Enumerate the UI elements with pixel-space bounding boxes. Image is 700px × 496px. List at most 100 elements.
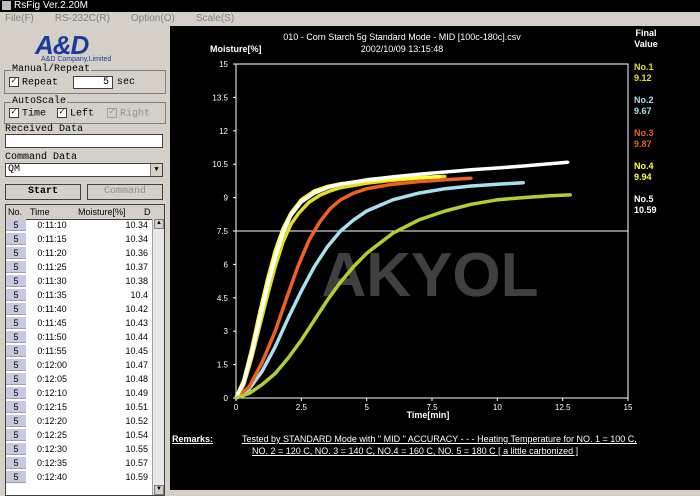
repeat-label: Repeat (22, 77, 59, 89)
data-point (417, 191, 421, 195)
y-tick-label: 9 (224, 194, 229, 203)
data-point (352, 218, 356, 222)
x-tick-label: 0 (234, 403, 239, 412)
data-point (286, 356, 290, 360)
data-point (417, 180, 421, 184)
data-point (260, 360, 264, 364)
data-point (325, 186, 329, 190)
table-row[interactable]: 5 0:11:10 10.34 (6, 219, 164, 231)
data-point (443, 178, 447, 182)
menu-option[interactable]: Option(O) (131, 13, 175, 24)
row-no: 5 (6, 247, 26, 259)
autoscale-left-checkbox[interactable]: ✓ (57, 108, 67, 118)
table-row[interactable]: 5 0:11:30 10.38 (6, 275, 164, 287)
window-titlebar: RsFig Ver.2.20M (0, 0, 700, 12)
table-row[interactable]: 5 0:12:35 10.57 (6, 457, 164, 469)
autoscale-time-label: Time (22, 108, 47, 120)
table-row[interactable]: 5 0:11:35 10.4 (6, 289, 164, 301)
table-row[interactable]: 5 0:11:20 10.36 (6, 247, 164, 259)
data-point (273, 256, 277, 260)
table-row[interactable]: 5 0:12:30 10.55 (6, 443, 164, 455)
table-row[interactable]: 5 0:11:45 10.43 (6, 317, 164, 329)
autoscale-right-checkbox[interactable]: ✓ (107, 108, 117, 118)
row-no: 5 (6, 471, 26, 483)
data-point (365, 209, 369, 213)
data-point (548, 194, 552, 198)
table-row[interactable]: 5 0:11:15 10.34 (6, 233, 164, 245)
data-point (265, 285, 269, 289)
menu-scale[interactable]: Scale(S) (196, 13, 234, 24)
menu-file[interactable]: File(F) (5, 13, 34, 24)
table-row[interactable]: 5 0:12:15 10.51 (6, 401, 164, 413)
data-point (297, 211, 301, 215)
scroll-up-icon[interactable]: ▲ (154, 219, 164, 229)
table-row[interactable]: 5 0:12:25 10.54 (6, 429, 164, 441)
data-point (318, 220, 322, 224)
data-point (521, 196, 525, 200)
data-point (328, 189, 332, 193)
table-row[interactable]: 5 0:11:55 10.45 (6, 345, 164, 357)
moisture-chart: 010 - Corn Starch 5g Standard Mode - MID… (210, 28, 658, 420)
repeat-interval-input[interactable]: 5 (73, 76, 113, 89)
table-scrollbar[interactable]: ▲ ▼ (152, 219, 164, 495)
row-moisture: 10.34 (125, 220, 148, 230)
menu-bar: File(F) RS-232C(R) Option(O) Scale(S) (0, 12, 700, 26)
data-point (339, 198, 343, 202)
start-button[interactable]: Start (5, 184, 81, 200)
table-row[interactable]: 5 0:12:05 10.48 (6, 373, 164, 385)
remarks-label: Remarks: (172, 434, 214, 444)
data-table: No. Time Moisture[%] D 5 0:11:10 10.34 5 0:1… (5, 204, 165, 496)
data-point (260, 369, 264, 373)
x-tick-label: 5 (364, 403, 369, 412)
table-row[interactable]: 5 0:11:25 10.37 (6, 261, 164, 273)
command-data-value: QM (8, 164, 21, 175)
data-point (273, 329, 277, 333)
table-row[interactable]: 5 0:11:40 10.42 (6, 303, 164, 315)
row-time: 0:12:10 (36, 388, 68, 398)
data-point (312, 318, 316, 322)
legend-series-name: No.5 (634, 194, 654, 204)
data-point (299, 338, 303, 342)
row-moisture: 10.57 (125, 458, 148, 468)
chevron-down-icon[interactable]: ▼ (150, 164, 162, 176)
row-time: 0:11:45 (37, 318, 67, 328)
command-button[interactable]: Command (87, 184, 163, 200)
chart-ticks: 15 13.5 12 10.5 9 7.5 6 4.5 3 1.5 00 2.5 5 7.5 10 12.5 1… (212, 60, 633, 412)
autoscale-time-checkbox[interactable]: ✓ (9, 108, 19, 118)
table-row[interactable]: 5 0:12:10 10.49 (6, 387, 164, 399)
row-no: 5 (6, 219, 26, 231)
scroll-down-icon[interactable]: ▼ (154, 485, 164, 495)
data-point (273, 345, 277, 349)
legend-final-value: 10.59 (634, 205, 657, 215)
command-data-select[interactable]: QM ▼ (5, 163, 163, 177)
row-moisture: 10.36 (125, 248, 148, 258)
data-point (299, 289, 303, 293)
manual-repeat-group: Manual/Repeat ✓ Repeat 5 sec (4, 64, 166, 94)
received-data-field[interactable] (5, 134, 163, 148)
row-moisture: 10.54 (125, 430, 148, 440)
data-point (417, 218, 421, 222)
table-row[interactable]: 5 0:12:20 10.52 (6, 415, 164, 427)
y-tick-label: 7.5 (217, 227, 229, 236)
col-header-moisture: Moisture[%] (78, 207, 126, 217)
y-tick-label: 13.5 (212, 93, 228, 102)
chart-subtitle: 2002/10/09 13:15:48 (361, 44, 444, 54)
data-point (286, 316, 290, 320)
table-row[interactable]: 5 0:11:50 10.44 (6, 331, 164, 343)
row-no: 5 (6, 331, 26, 343)
row-no: 5 (6, 429, 26, 441)
table-row[interactable]: 5 0:12:40 10.59 (6, 471, 164, 483)
repeat-checkbox[interactable]: ✓ (9, 77, 19, 87)
menu-rs232c[interactable]: RS-232C(R) (55, 13, 110, 24)
row-time: 0:11:30 (37, 276, 67, 286)
x-tick-label: 15 (624, 403, 633, 412)
window-title: RsFig Ver.2.20M (14, 0, 88, 11)
chart-title: 010 - Corn Starch 5g Standard Mode - MID… (283, 32, 521, 42)
data-point (312, 191, 316, 195)
repeat-unit: sec (117, 77, 136, 88)
table-row[interactable]: 5 0:12:00 10.47 (6, 359, 164, 371)
row-moisture: 10.47 (125, 360, 148, 370)
data-point (339, 229, 343, 233)
data-point (325, 245, 329, 249)
data-point (247, 385, 251, 389)
